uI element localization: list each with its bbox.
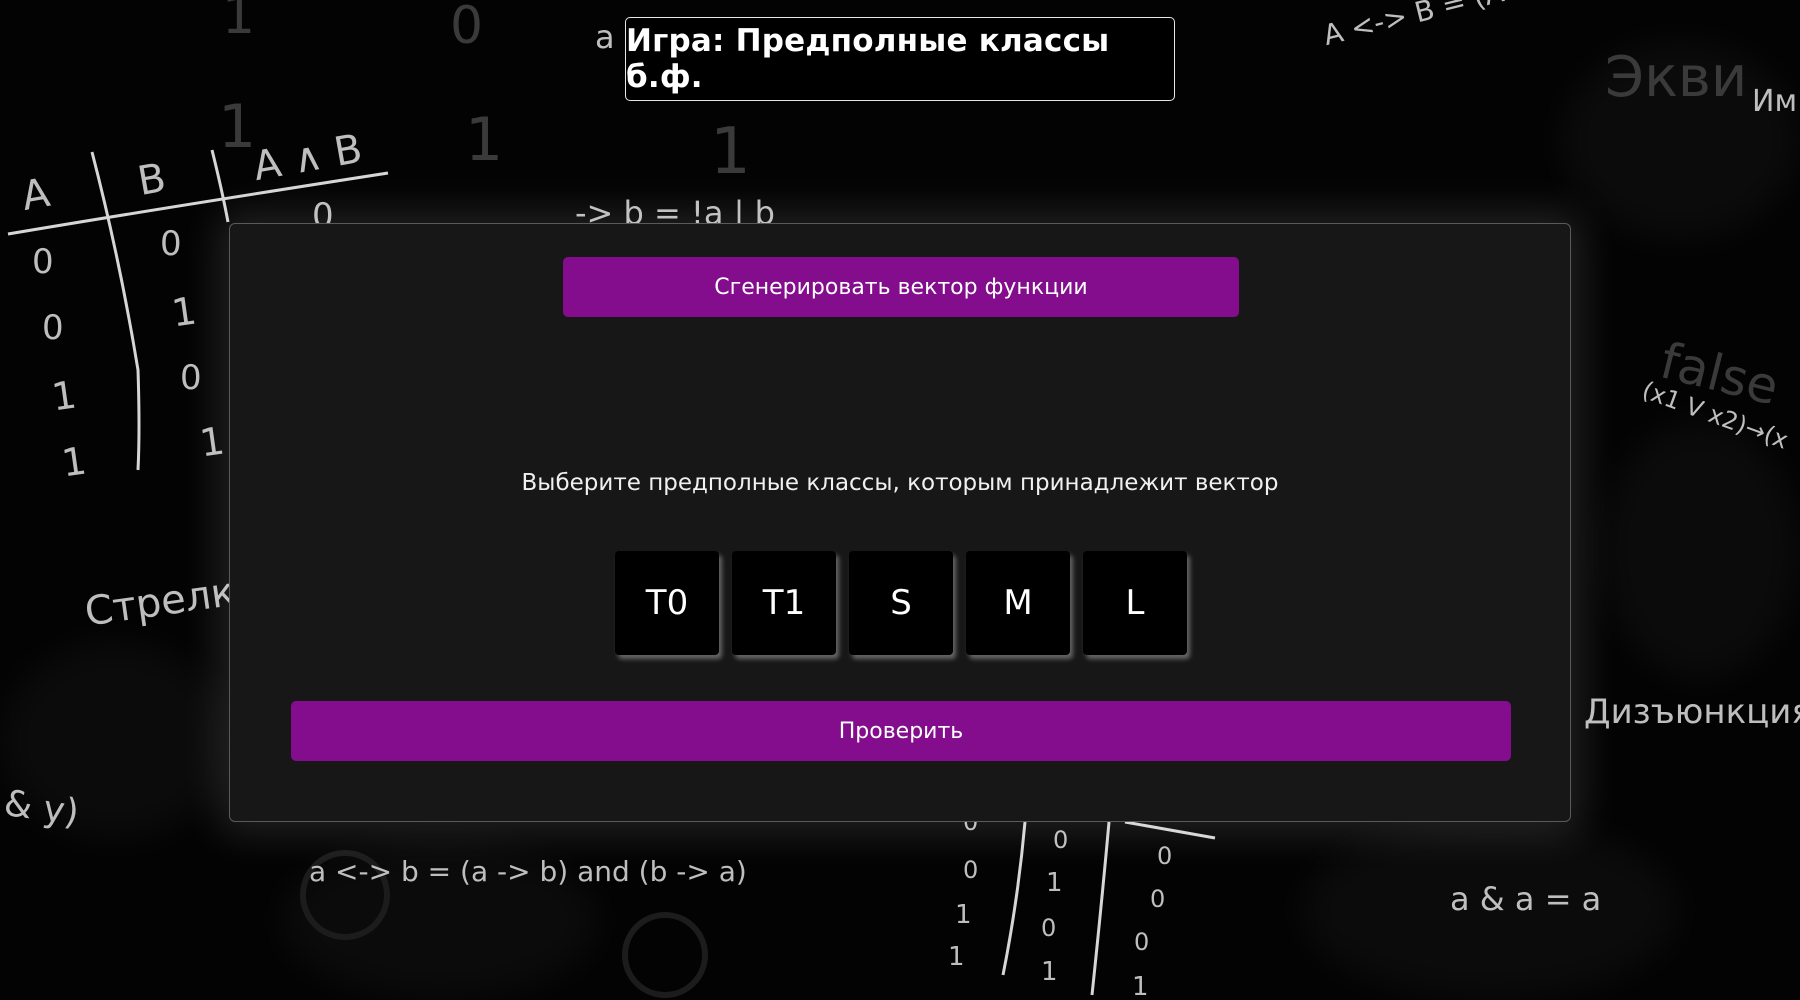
chalk-formula: a <-> b = (a -> b) and (b -> a) xyxy=(309,855,747,888)
table-cell: 1 xyxy=(1046,868,1063,898)
chalk-formula: Им xyxy=(1752,84,1798,119)
table-cell: 0 xyxy=(160,224,182,264)
table-cell: 1 xyxy=(1041,957,1058,987)
table-cell: 1 xyxy=(1132,972,1149,1000)
chalk-formula: a xyxy=(595,18,615,56)
table-cell: 0 xyxy=(963,856,979,884)
table-cell: 0 xyxy=(1157,842,1173,870)
page-title: Игра: Предполные классы б.ф. xyxy=(626,23,1110,95)
table-cell: 1 xyxy=(955,900,972,930)
class-selection-prompt: Выберите предполные классы, которым прин… xyxy=(521,470,1279,496)
class-option-l[interactable]: L xyxy=(1083,551,1187,655)
check-button[interactable]: Проверить xyxy=(291,701,1511,761)
class-options: T0 T1 S M L xyxy=(615,551,1187,655)
generate-vector-button[interactable]: Сгенерировать вектор функции xyxy=(563,257,1239,317)
class-option-t1[interactable]: T1 xyxy=(732,551,836,655)
table-cell: 0 xyxy=(1150,885,1166,913)
table-cell: 0 xyxy=(42,308,64,348)
table-cell: 0 xyxy=(32,242,54,282)
chalk-formula: a & a = a xyxy=(1450,880,1602,918)
table-cell: 0 xyxy=(1041,914,1057,942)
table-cell: 0 xyxy=(1134,928,1150,956)
class-option-s[interactable]: S xyxy=(849,551,953,655)
chalk-formula: Дизъюнкция xyxy=(1584,692,1800,732)
class-option-m[interactable]: M xyxy=(966,551,1070,655)
class-option-t0[interactable]: T0 xyxy=(615,551,719,655)
table-cell: 1 xyxy=(948,942,965,972)
table-cell: 0 xyxy=(1053,826,1069,854)
game-panel: Сгенерировать вектор функции Выберите пр… xyxy=(229,223,1571,822)
page-title-box: Игра: Предполные классы б.ф. xyxy=(625,17,1175,101)
table-cell: 0 xyxy=(180,358,202,398)
